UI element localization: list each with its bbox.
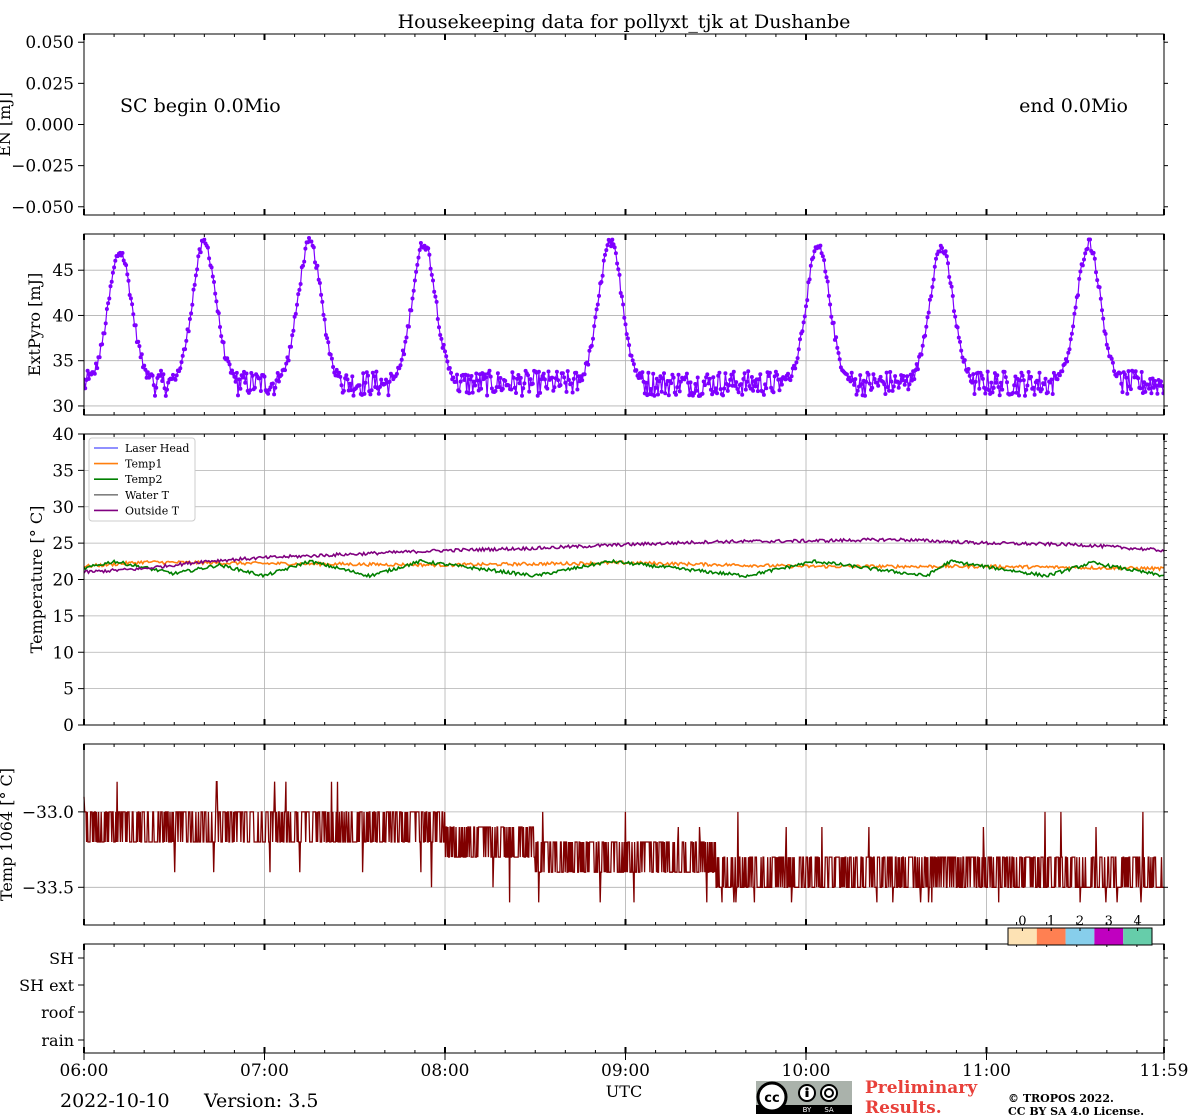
x-tick-label: 07:00 <box>240 1061 289 1081</box>
x-tick-label: 09:00 <box>601 1061 650 1081</box>
flag-row-label: rain <box>41 1031 74 1050</box>
y-tick-label: −0.050 <box>11 198 74 218</box>
copyright-line-1: © TROPOS 2022. <box>1008 1092 1114 1105</box>
y-tick-label: 5 <box>63 680 74 700</box>
x-tick-label: 11:59 <box>1140 1061 1189 1081</box>
sc-end-annotation: end 0.0Mio <box>1019 95 1128 117</box>
y-tick-label: 35 <box>52 461 74 481</box>
x-tick-label: 06:00 <box>60 1061 109 1081</box>
legend-label: Temp2 <box>125 473 162 486</box>
y-tick-label: 0.050 <box>25 33 74 53</box>
extpyro-series-markers <box>84 236 1164 398</box>
y-tick-label: 30 <box>52 397 74 417</box>
y-axis-label: Temperature [° C] <box>27 506 46 654</box>
y-tick-label: −0.025 <box>11 157 74 177</box>
y-axis-label: ExtPyro [mJ] <box>25 273 44 376</box>
y-tick-label: 0 <box>63 716 74 736</box>
temp1064-series-line <box>83 781 1164 903</box>
panel-temp1064: −33.5 −33.0 Temp 1064 [° C] <box>0 743 1168 926</box>
x-tick-label: 10:00 <box>782 1061 831 1081</box>
panel-border <box>83 33 1165 216</box>
x-axis-label: UTC <box>606 1082 642 1101</box>
colorbar-tick-label: 2 <box>1076 914 1084 929</box>
y-tick-label: 25 <box>52 534 74 554</box>
y-tick-label: 30 <box>52 498 74 518</box>
cc-license-logo: cc BY SA <box>756 1081 852 1118</box>
copyright-line-2: CC BY SA 4.0 License. <box>1008 1105 1145 1118</box>
colorbar-tick-label: 3 <box>1105 914 1113 929</box>
y-tick-label: 0.000 <box>25 116 74 136</box>
panel-temperature: 0 5 10 15 20 25 30 35 40 Laser Head Temp1 Temp2 Wate… <box>27 425 1168 736</box>
results-label: Results. <box>865 1098 942 1118</box>
y-tick-label: 45 <box>52 261 74 281</box>
colorbar-tick-label: 1 <box>1047 914 1055 929</box>
flag-row-label: SH <box>49 949 74 968</box>
y-tick-label: −33.0 <box>22 803 74 823</box>
y-tick-label: 10 <box>52 643 74 663</box>
y-tick-label: 20 <box>52 571 74 591</box>
y-tick-label: 15 <box>52 607 74 627</box>
cc-sa-label: SA <box>824 1106 834 1114</box>
svg-text:cc: cc <box>764 1091 779 1106</box>
y-tick-label: 0.025 <box>25 74 74 94</box>
panel-en: −0.050 −0.025 0.000 0.025 0.050 EN [mJ] SC beg… <box>0 33 1168 218</box>
legend-label: Outside T <box>125 504 180 517</box>
x-tick-label: 08:00 <box>421 1061 470 1081</box>
y-axis-label: Temp 1064 [° C] <box>0 768 16 901</box>
flags-colorbar: 0 1 2 3 4 <box>1007 914 1153 946</box>
preliminary-label: Preliminary <box>865 1078 978 1098</box>
y-tick-label: −33.5 <box>22 878 74 898</box>
panel-4: SH SH ext roof rain <box>19 943 1168 1054</box>
cc-by-label: BY <box>803 1106 812 1114</box>
y-axis-label: EN [mJ] <box>0 92 14 157</box>
legend-label: Temp1 <box>125 458 162 471</box>
flag-row-label: SH ext <box>19 976 74 995</box>
y-tick-label: 40 <box>52 425 74 445</box>
panel-border <box>83 943 1165 1054</box>
colorbar-tick-label: 0 <box>1018 914 1026 929</box>
y-tick-label: 40 <box>52 306 74 326</box>
panel-border <box>83 743 1165 926</box>
legend-label: Laser Head <box>125 442 189 455</box>
legend-label: Water T <box>125 489 170 502</box>
colorbar-tick-label: 4 <box>1133 914 1141 929</box>
version-label: Version: 3.5 <box>204 1090 319 1112</box>
temperature-legend: Laser Head Temp1 Temp2 Water T Outside T <box>88 437 196 522</box>
sc-begin-annotation: SC begin 0.0Mio <box>120 95 281 117</box>
y-tick-label: 35 <box>52 352 74 372</box>
housekeeping-figure: Housekeeping data for pollyxt_tjk at Dus… <box>0 11 1189 1101</box>
date-label: 2022-10-10 <box>60 1090 170 1112</box>
flag-row-label: roof <box>41 1003 75 1022</box>
panel-extpyro: 30 35 40 45 ExtPyro [mJ] <box>25 233 1168 417</box>
chart-title: Housekeeping data for pollyxt_tjk at Dus… <box>398 11 851 33</box>
